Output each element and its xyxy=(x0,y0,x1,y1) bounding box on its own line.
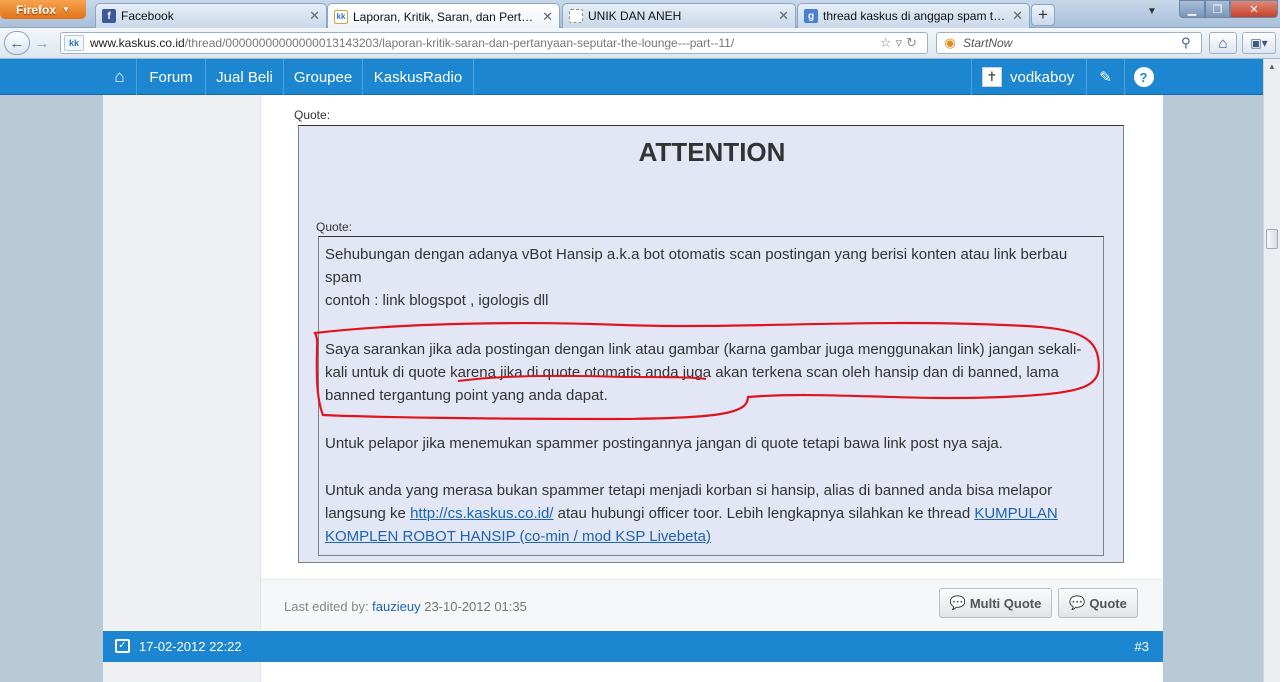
close-tab-icon[interactable]: ✕ xyxy=(309,8,320,24)
nav-kaskusradio[interactable]: KaskusRadio xyxy=(362,59,474,95)
tab-facebook[interactable]: f Facebook ✕ xyxy=(95,3,327,28)
speech-bubbles-icon: 💬 xyxy=(949,595,966,610)
browser-nav-bar: ← → kk www.kaskus.co.id /thread/00000000… xyxy=(0,28,1280,59)
help-icon[interactable]: ? xyxy=(1124,59,1162,95)
quote-button[interactable]: 💬 Quote xyxy=(1058,588,1138,618)
back-arrow-icon[interactable]: ← xyxy=(4,31,30,55)
nav-jual-beli[interactable]: Jual Beli xyxy=(205,59,283,95)
quote-paragraph-4: Untuk anda yang merasa bukan spammer tet… xyxy=(325,479,1095,548)
close-tab-icon[interactable]: ✕ xyxy=(1012,8,1023,24)
p1b-text: contoh : link blogspot , igologis dll xyxy=(325,292,549,309)
last-edited-info: Last edited by: fauzieuy 23-10-2012 01:3… xyxy=(284,599,527,614)
quote-paragraph-2: Saya sarankan jika ada postingan dengan … xyxy=(325,341,1082,404)
quote-button-label: Quote xyxy=(1089,595,1127,611)
search-icon[interactable]: ⚲ xyxy=(1181,35,1201,51)
kaskus-home-icon[interactable]: ⌂ xyxy=(103,59,136,95)
pencil-icon[interactable]: ✎ xyxy=(1086,59,1124,95)
tab-title: Facebook xyxy=(121,9,174,23)
minimize-window-button[interactable]: ▁ xyxy=(1179,0,1205,18)
close-tab-icon[interactable]: ✕ xyxy=(542,9,553,25)
post-date: 17-02-2012 22:22 xyxy=(139,639,242,654)
quote-paragraph-1: Sehubungan dengan adanya vBot Hansip a.k… xyxy=(325,243,1095,312)
url-path: /thread/00000000000000013143203/laporan-… xyxy=(184,36,735,50)
url-host: www.kaskus.co.id xyxy=(90,36,185,50)
firefox-menu-button[interactable]: Firefox ▼ xyxy=(0,0,86,19)
blank-page-icon xyxy=(569,9,583,23)
kaskus-favicon-icon: kk xyxy=(334,9,348,24)
bookmark-star-icon[interactable]: ☆▿↻ xyxy=(880,35,921,51)
kaskus-header: ⌂ Forum Jual Beli Groupee KaskusRadio ✝ … xyxy=(0,59,1263,95)
url-bar[interactable]: kk www.kaskus.co.id /thread/000000000000… xyxy=(60,32,928,54)
facebook-favicon-icon: f xyxy=(102,9,116,23)
edited-by-link[interactable]: fauzieuy xyxy=(372,599,420,614)
user-menu[interactable]: ✝ vodkaboy xyxy=(971,59,1086,95)
maximize-window-button[interactable]: ❐ xyxy=(1205,0,1230,18)
forward-arrow-icon[interactable]: → xyxy=(32,32,52,54)
nav-forum[interactable]: Forum xyxy=(136,59,205,95)
post-author-column xyxy=(103,95,261,630)
browser-tab-bar: Firefox ▼ f Facebook ✕ kk Laporan, Kriti… xyxy=(0,0,1280,29)
tab-kaskus-laporan[interactable]: kk Laporan, Kritik, Saran, dan Pertanyaa… xyxy=(327,3,560,29)
list-all-tabs-icon[interactable]: ▼ xyxy=(1147,6,1157,17)
speech-bubble-icon: 💬 xyxy=(1069,595,1086,610)
quote-paragraph-3: Untuk pelapor jika menemukan spammer pos… xyxy=(325,435,1003,452)
cs-kaskus-link[interactable]: http://cs.kaskus.co.id/ xyxy=(410,505,553,522)
tab-title: UNIK DAN ANEH xyxy=(588,9,682,23)
post-header-bar: ✓ 17-02-2012 22:22 #3 xyxy=(103,631,1163,662)
bookmarks-menu-icon[interactable]: ▣▾ xyxy=(1242,32,1276,54)
scrollbar-thumb[interactable] xyxy=(1266,229,1278,249)
edited-label: Last edited by: xyxy=(284,599,373,614)
new-tab-button[interactable]: + xyxy=(1031,4,1055,26)
p4-text-b: atau hubungi officer toor. Lebih lengkap… xyxy=(553,505,975,522)
caret-down-icon: ▼ xyxy=(62,5,70,14)
multi-quote-label: Multi Quote xyxy=(969,595,1042,611)
tab-unik-dan-aneh[interactable]: UNIK DAN ANEH ✕ xyxy=(562,3,796,28)
thread-page: Quote: ATTENTION Quote: Sehubungan denga… xyxy=(103,95,1163,682)
search-engine-icon[interactable]: ◉ xyxy=(937,35,963,51)
username: vodkaboy xyxy=(1010,68,1075,86)
search-placeholder: StartNow xyxy=(963,36,1013,50)
tab-title: thread kaskus di anggap spam terus -... xyxy=(823,9,1008,23)
quote-label: Quote: xyxy=(294,108,331,122)
google-favicon-icon: g xyxy=(804,9,818,23)
scroll-up-icon[interactable]: ▲ xyxy=(1264,59,1280,75)
post-footer: Last edited by: fauzieuy 23-10-2012 01:3… xyxy=(261,579,1163,629)
avatar: ✝ xyxy=(982,67,1002,87)
tab-title: Laporan, Kritik, Saran, dan Pertanyaa... xyxy=(353,9,538,24)
multi-quote-button[interactable]: 💬 Multi Quote xyxy=(939,588,1052,618)
close-tab-icon[interactable]: ✕ xyxy=(778,8,789,24)
attention-heading: ATTENTION xyxy=(638,137,786,167)
inner-quote-label: Quote: xyxy=(316,220,353,234)
edited-date: 23-10-2012 01:35 xyxy=(424,599,527,614)
post-number-link[interactable]: #3 xyxy=(1135,639,1149,654)
close-window-button[interactable]: ✕ xyxy=(1230,0,1278,18)
p1-text: Sehubungan dengan adanya vBot Hansip a.k… xyxy=(325,246,1068,286)
firefox-menu-label: Firefox xyxy=(16,2,57,17)
checkbox-icon[interactable]: ✓ xyxy=(115,639,130,653)
search-bar[interactable]: ◉ StartNow ⚲ xyxy=(936,32,1202,54)
page-scrollbar[interactable]: ▲ xyxy=(1263,59,1280,682)
site-identity-icon[interactable]: kk xyxy=(64,35,84,51)
home-icon[interactable]: ⌂ xyxy=(1209,32,1237,54)
tab-google-search[interactable]: g thread kaskus di anggap spam terus -..… xyxy=(797,3,1030,28)
nav-groupee[interactable]: Groupee xyxy=(283,59,362,95)
